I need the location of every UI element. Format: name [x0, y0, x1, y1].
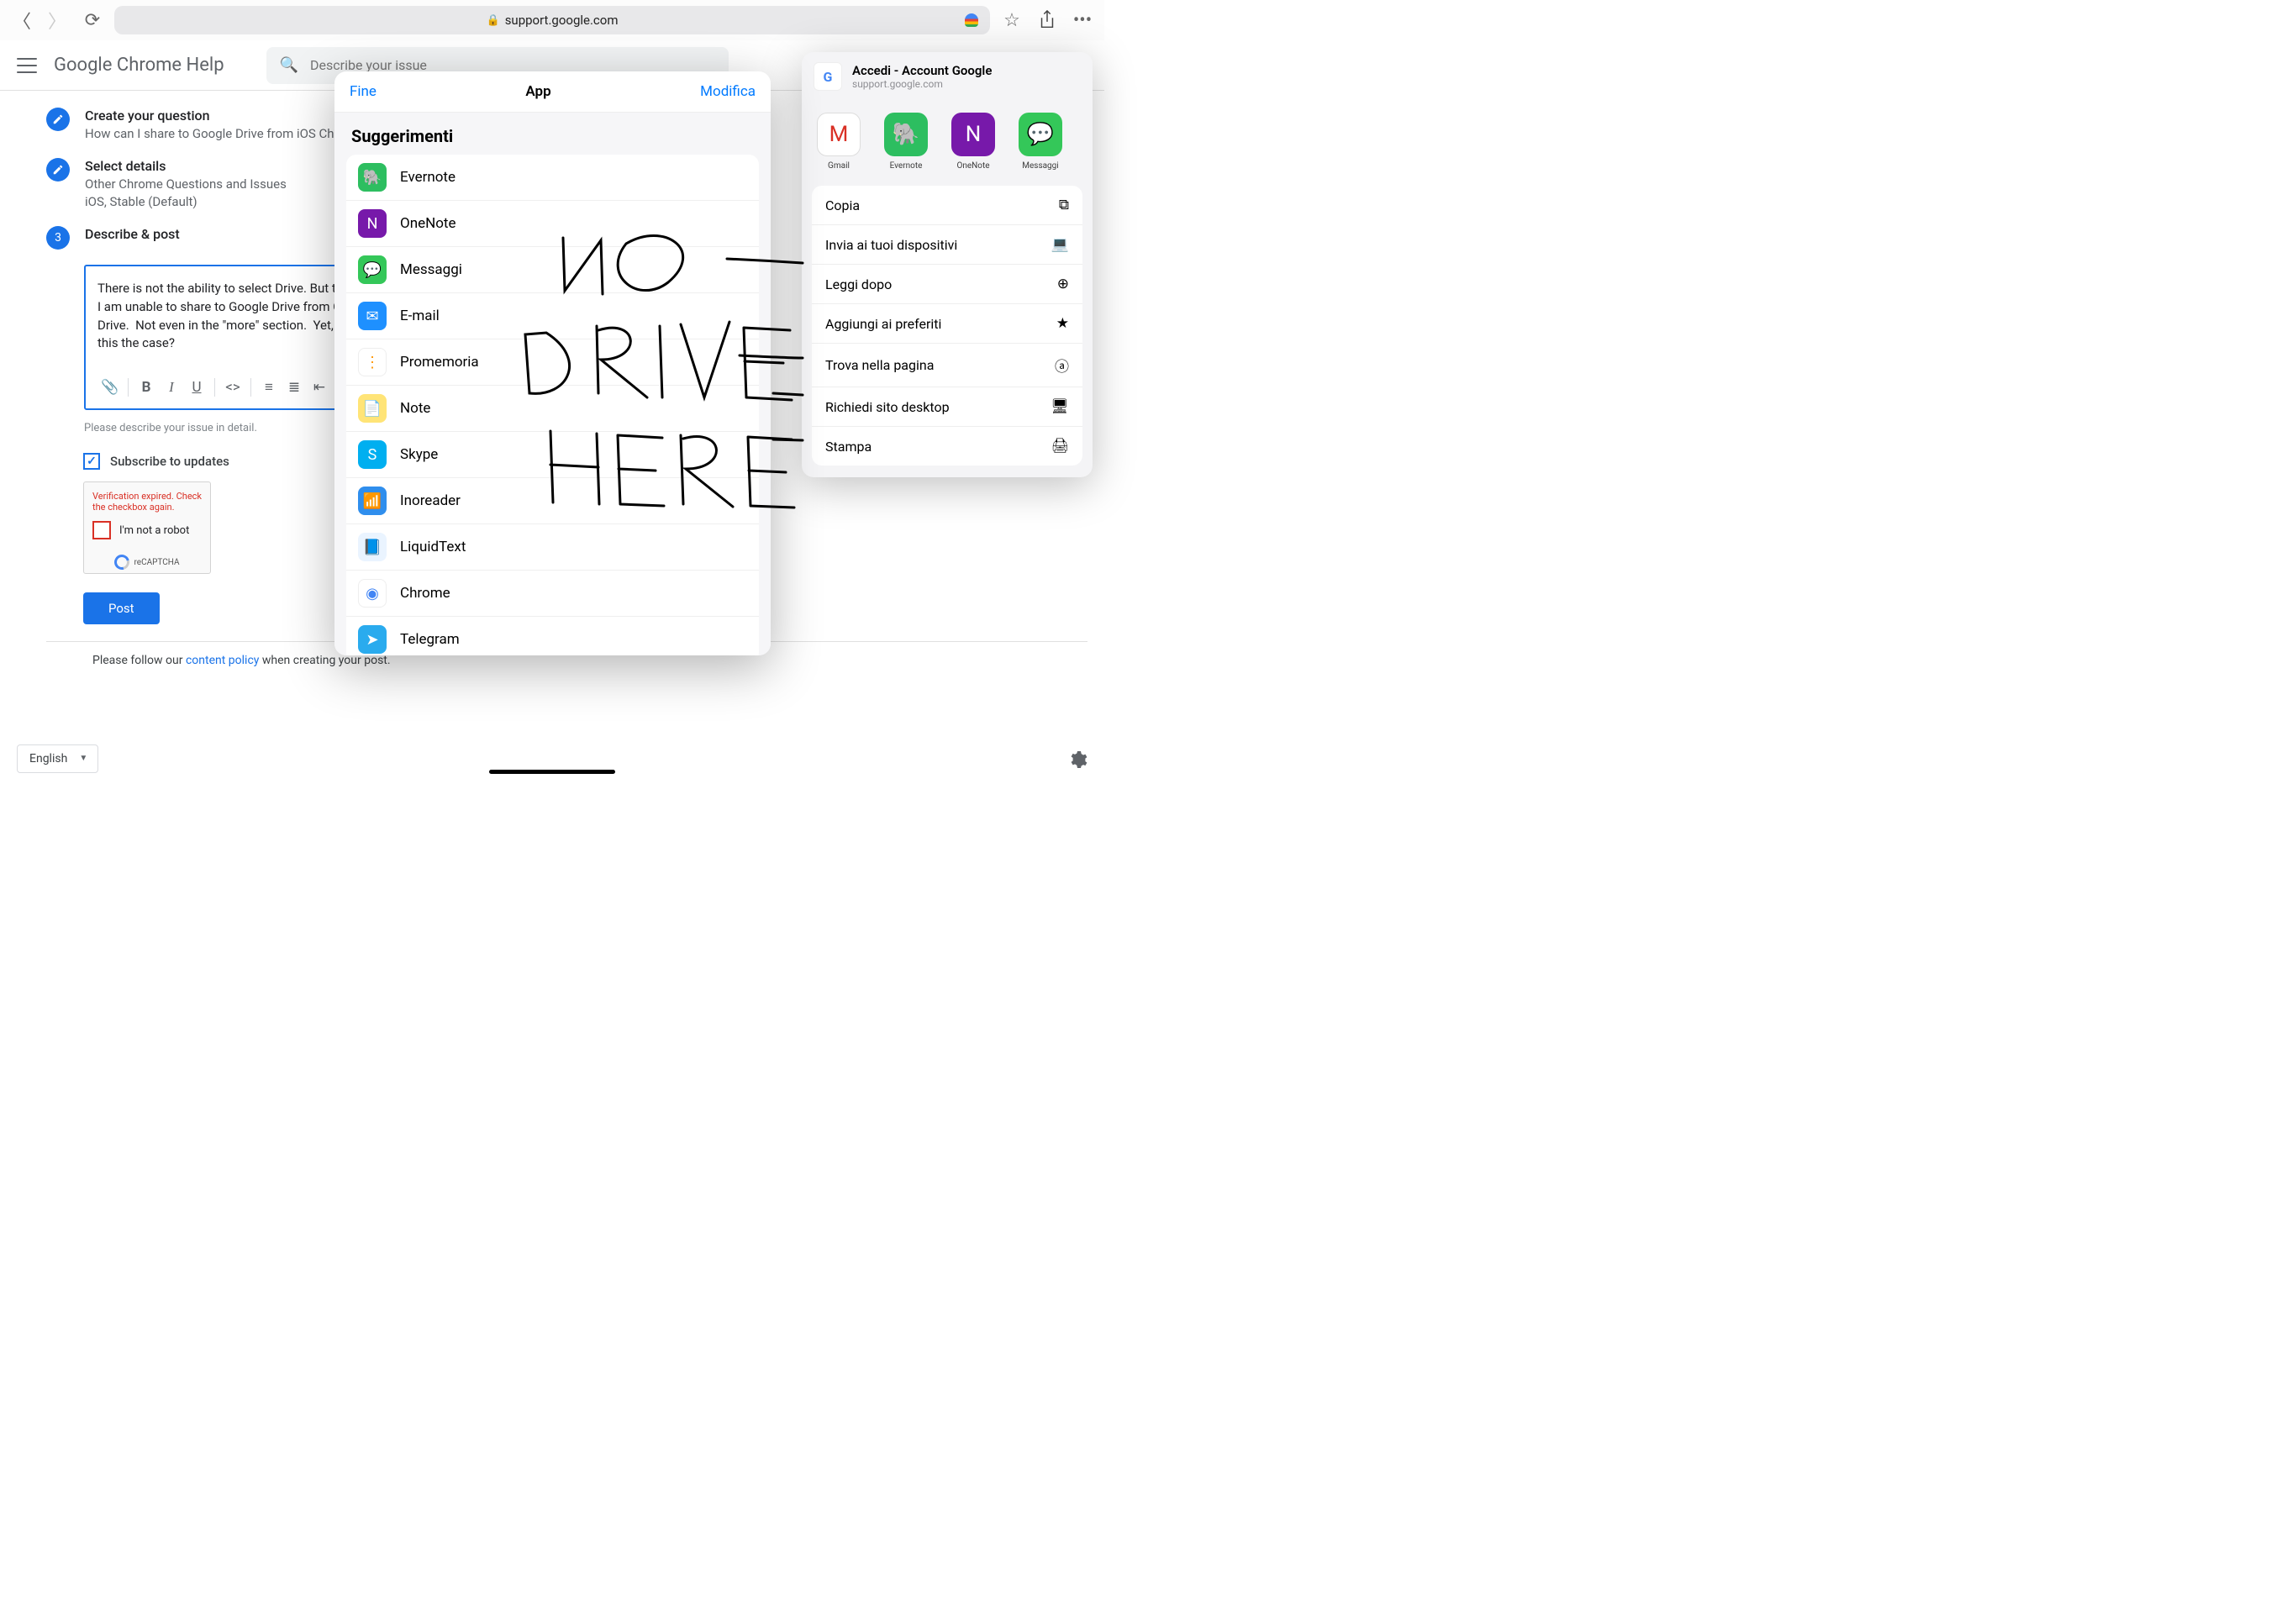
suggestions-heading: Suggerimenti [334, 123, 771, 155]
code-button[interactable]: <> [220, 375, 245, 400]
number-list-button[interactable]: ≣ [282, 375, 307, 400]
search-icon: 🔍 [280, 56, 298, 74]
recaptcha-icon [112, 552, 133, 573]
forward-button[interactable]: 〉 [44, 7, 71, 34]
action-trova-nella-pagina[interactable]: Trova nella paginaⓐ [812, 344, 1082, 387]
action-invia-ai-tuoi-dispositivi[interactable]: Invia ai tuoi dispositivi💻 [812, 225, 1082, 265]
share-app-onenote[interactable]: NOneNote [948, 113, 998, 171]
app-list-modal: Fine App Modifica Suggerimenti 🐘Evernote… [334, 71, 771, 655]
step3-badge: 3 [46, 226, 70, 250]
share-app-evernote[interactable]: 🐘Evernote [881, 113, 931, 171]
suggestion-onenote[interactable]: NOneNote [346, 201, 759, 247]
edit-button[interactable]: Modifica [700, 83, 756, 100]
underline-button[interactable]: U [184, 375, 209, 400]
italic-button[interactable]: I [159, 375, 184, 400]
back-button[interactable]: 〈 [8, 7, 35, 34]
suggestion-messaggi[interactable]: 💬Messaggi [346, 247, 759, 293]
settings-icon[interactable] [1067, 750, 1087, 770]
share-action-list: Copia⧉Invia ai tuoi dispositivi💻Leggi do… [812, 186, 1082, 466]
suggestion-inoreader[interactable]: 📶Inoreader [346, 478, 759, 524]
share-app-row: MGmail 🐘Evernote NOneNote 💬Messaggi [802, 101, 1093, 179]
reload-button[interactable]: ⟳ [79, 7, 106, 34]
action-aggiungi-ai-preferiti[interactable]: Aggiungi ai preferiti★ [812, 304, 1082, 344]
more-button[interactable]: ••• [1069, 7, 1096, 34]
captcha-brand: reCAPTCHA [134, 558, 179, 567]
language-select[interactable]: English [17, 744, 98, 773]
action-stampa[interactable]: Stampa🖨 [812, 427, 1082, 466]
post-button[interactable]: Post [83, 592, 160, 624]
content-policy-link[interactable]: content policy [186, 654, 259, 667]
google-favicon: G [814, 62, 842, 91]
pencil-icon [46, 158, 70, 181]
modal-header: Fine App Modifica [334, 71, 771, 113]
home-indicator[interactable] [489, 770, 615, 774]
share-title: Accedi - Account Google [852, 63, 1081, 78]
suggestion-e-mail[interactable]: ✉E-mail [346, 293, 759, 339]
pencil-icon [46, 108, 70, 131]
suggestion-promemoria[interactable]: ⋮Promemoria [346, 339, 759, 386]
share-sheet: G Accedi - Account Google support.google… [802, 52, 1093, 477]
favorite-button[interactable]: ☆ [998, 7, 1025, 34]
subscribe-label: Subscribe to updates [110, 454, 229, 469]
bold-button[interactable]: B [134, 375, 159, 400]
share-header: G Accedi - Account Google support.google… [802, 52, 1093, 101]
bullet-list-button[interactable]: ≡ [256, 375, 282, 400]
share-app-messaggi[interactable]: 💬Messaggi [1015, 113, 1066, 171]
suggestion-telegram[interactable]: ➤Telegram [346, 617, 759, 655]
suggestion-note[interactable]: 📄Note [346, 386, 759, 432]
mic-icon[interactable] [965, 13, 978, 27]
captcha-label: I'm not a robot [119, 524, 189, 537]
browser-toolbar: 〈 〉 ⟳ 🔒 support.google.com ☆ ••• [0, 0, 1104, 40]
done-button[interactable]: Fine [350, 83, 377, 100]
share-app-gmail[interactable]: MGmail [814, 113, 864, 171]
suggestion-chrome[interactable]: ◉Chrome [346, 571, 759, 617]
captcha-error: Verification expired. Check the checkbox… [92, 491, 202, 513]
page-title: Google Chrome Help [54, 55, 224, 76]
suggestion-evernote[interactable]: 🐘Evernote [346, 155, 759, 201]
captcha-checkbox[interactable] [92, 521, 111, 539]
outdent-button[interactable]: ⇤ [307, 375, 332, 400]
action-leggi-dopo[interactable]: Leggi dopo⊕ [812, 265, 1082, 304]
action-copia[interactable]: Copia⧉ [812, 186, 1082, 225]
modal-title: App [525, 83, 550, 100]
action-richiedi-sito-desktop[interactable]: Richiedi sito desktop🖥 [812, 387, 1082, 427]
url-host: support.google.com [505, 13, 619, 28]
suggestion-list: 🐘EvernoteNOneNote💬Messaggi✉E-mail⋮Promem… [346, 155, 759, 655]
recaptcha: Verification expired. Check the checkbox… [83, 481, 211, 574]
subscribe-checkbox[interactable]: ✓ [83, 453, 100, 470]
lock-icon: 🔒 [487, 14, 500, 27]
menu-button[interactable] [17, 58, 37, 73]
address-bar[interactable]: 🔒 support.google.com [114, 6, 990, 34]
share-button[interactable] [1034, 7, 1061, 34]
suggestion-liquidtext[interactable]: 📘LiquidText [346, 524, 759, 571]
attach-button[interactable]: 📎 [97, 375, 123, 400]
share-sub: support.google.com [852, 78, 1081, 90]
suggestion-skype[interactable]: SSkype [346, 432, 759, 478]
